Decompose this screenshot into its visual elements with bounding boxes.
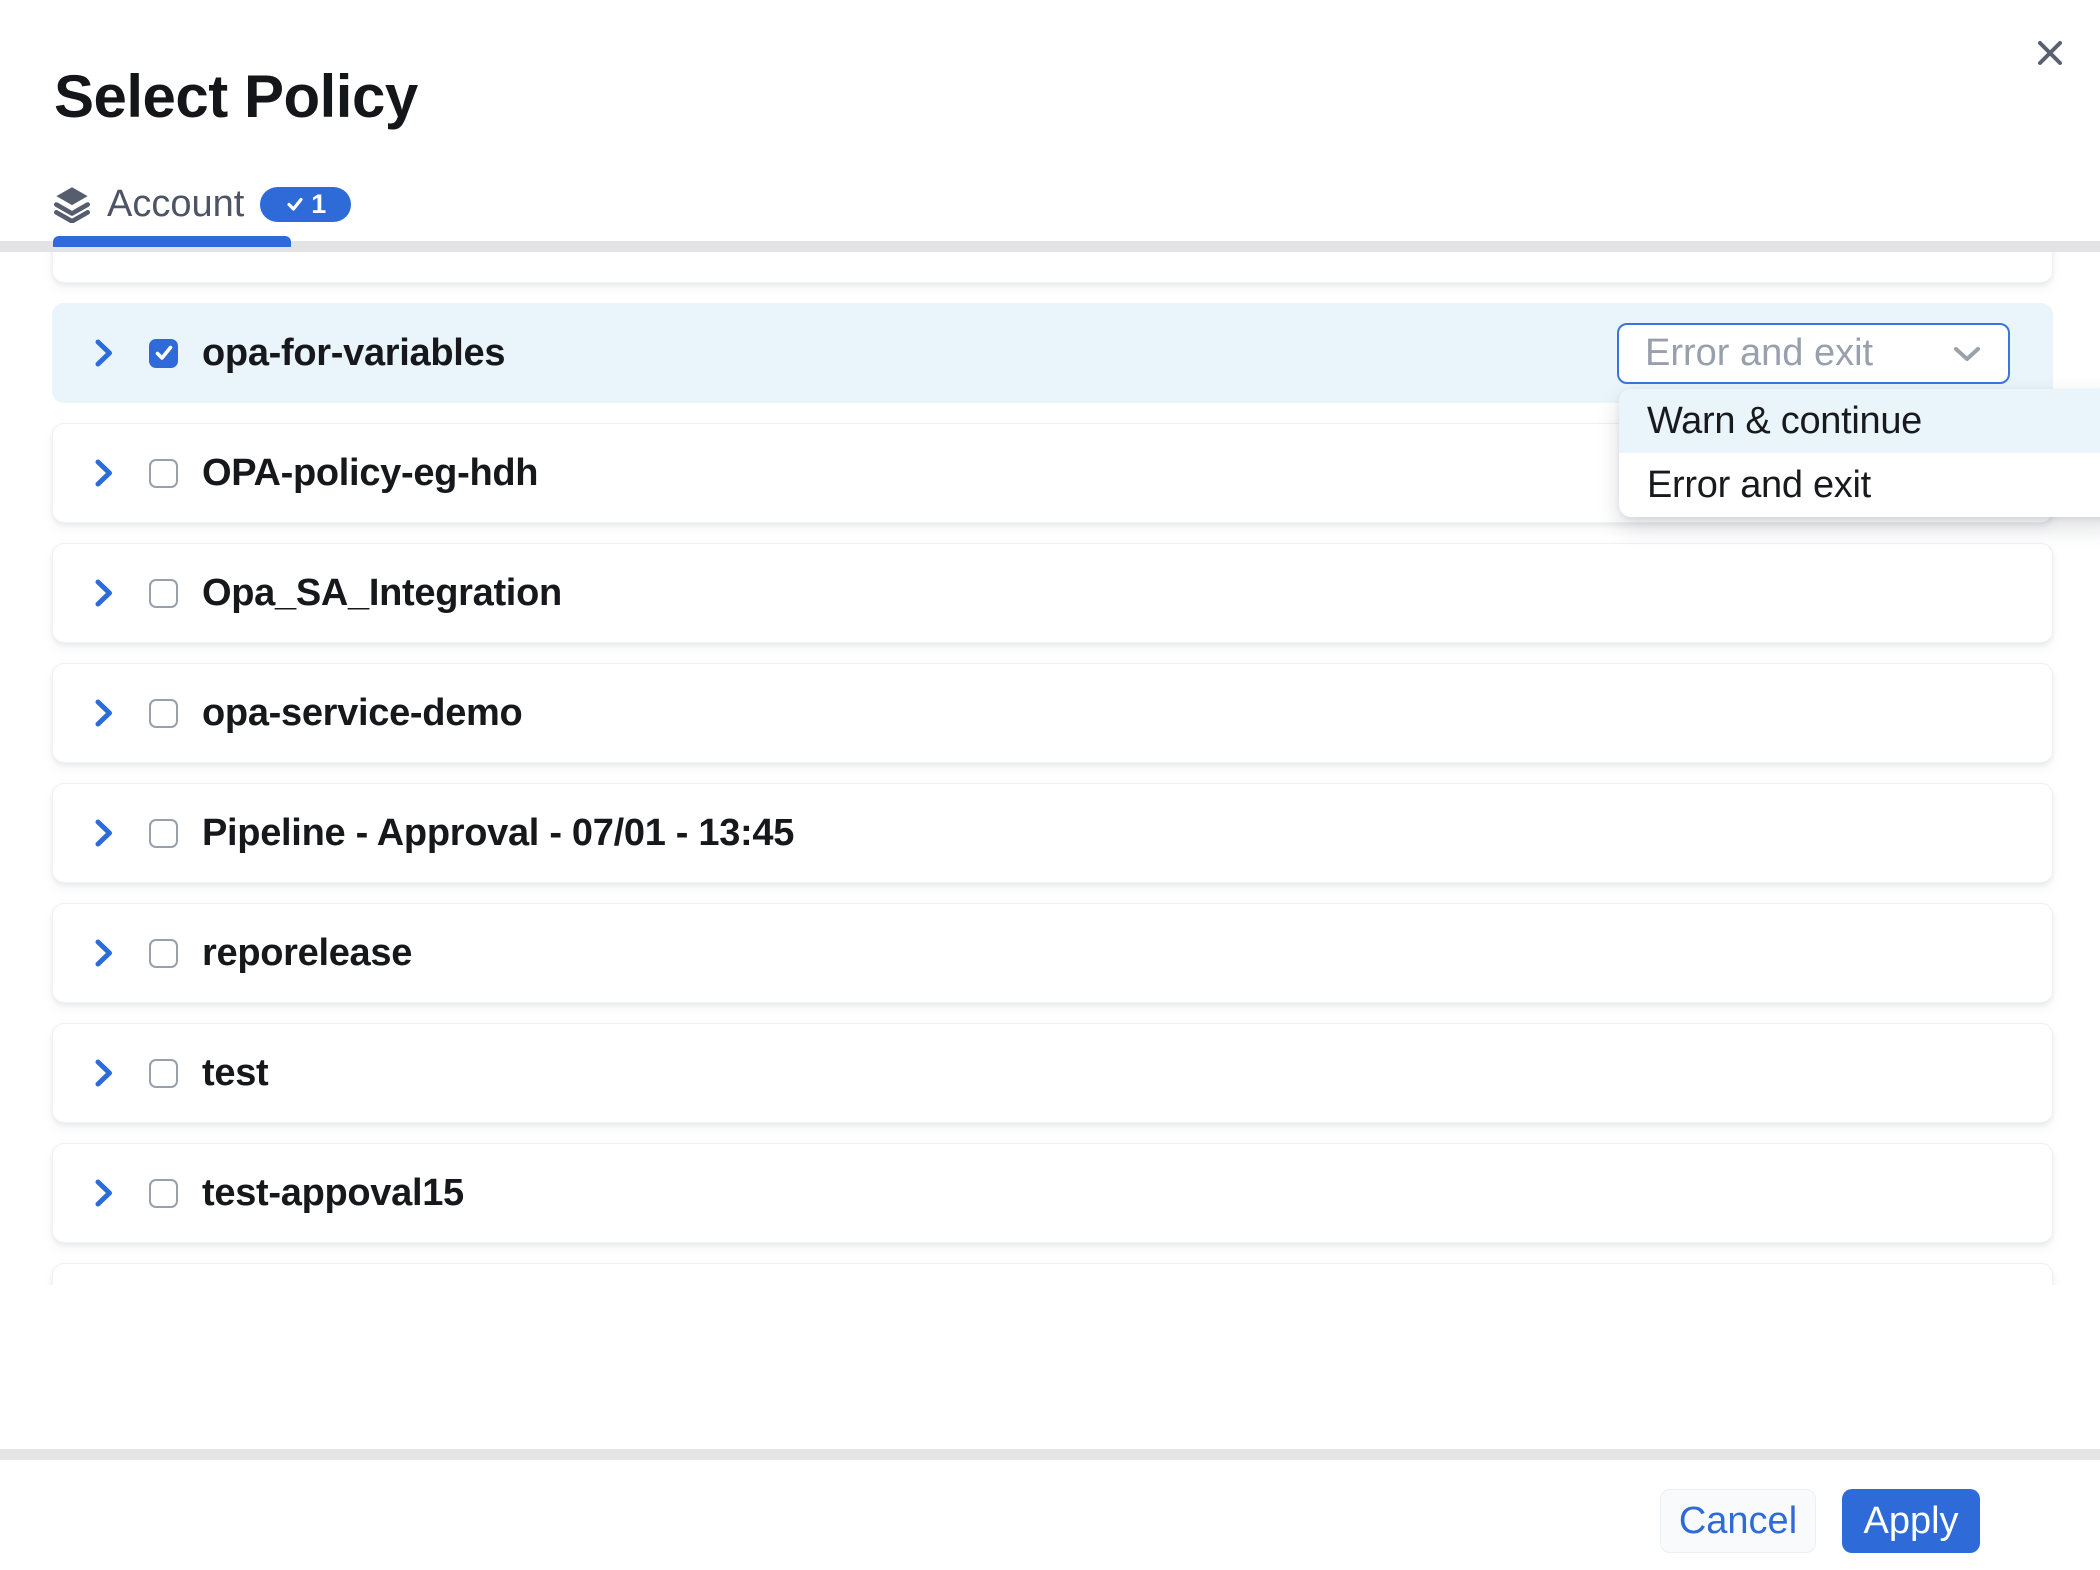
action-select-dropdown: Warn & continue Error and exit — [1619, 389, 2100, 517]
close-button[interactable] — [2028, 32, 2072, 76]
policy-row: Opa_SA_Integration — [52, 543, 2053, 643]
chevron-right-icon — [93, 1057, 115, 1089]
chevron-right-icon — [93, 457, 115, 489]
apply-button[interactable]: Apply — [1842, 1489, 1980, 1553]
policy-row: opa-for-variables Error and exit — [52, 303, 2053, 403]
chevron-right-icon — [93, 697, 115, 729]
footer-divider — [0, 1449, 2100, 1460]
policy-row: opa-service-demo — [52, 663, 2053, 763]
policy-name: reporelease — [202, 932, 412, 975]
check-icon — [153, 342, 175, 364]
policy-row: test-appoval15 — [52, 1143, 2053, 1243]
policy-row: test — [52, 1023, 2053, 1123]
policy-checkbox[interactable] — [149, 459, 178, 488]
policy-name: Pipeline - Approval - 07/01 - 13:45 — [202, 812, 794, 855]
policy-checkbox[interactable] — [149, 579, 178, 608]
expand-chevron-button[interactable] — [91, 1053, 117, 1093]
expand-chevron-button[interactable] — [91, 693, 117, 733]
expand-chevron-button[interactable] — [91, 1173, 117, 1213]
expand-chevron-button[interactable] — [91, 333, 117, 373]
page-title: Select Policy — [54, 62, 418, 131]
policy-name: test-appoval15 — [202, 1172, 464, 1215]
chevron-down-icon — [1952, 345, 1982, 363]
policy-name: OPA-policy-eg-hdh — [202, 452, 538, 495]
layers-icon — [53, 185, 91, 223]
chevron-right-icon — [93, 337, 115, 369]
dropdown-option-error-exit[interactable]: Error and exit — [1619, 453, 2100, 517]
tab-account-label: Account — [107, 183, 244, 226]
cancel-button[interactable]: Cancel — [1660, 1489, 1816, 1553]
action-select[interactable]: Error and exit — [1617, 323, 2010, 384]
policy-row-partial-top — [52, 252, 2053, 283]
policy-name: test — [202, 1052, 268, 1095]
dropdown-option-warn-continue[interactable]: Warn & continue — [1619, 389, 2100, 453]
expand-chevron-button[interactable] — [91, 933, 117, 973]
select-policy-dialog: Select Policy Account 1 — [0, 0, 2100, 1570]
close-icon — [2033, 36, 2067, 73]
policy-name: opa-for-variables — [202, 332, 505, 375]
selected-count-badge: 1 — [260, 187, 351, 222]
policy-checkbox[interactable] — [149, 939, 178, 968]
active-tab-underline — [53, 236, 291, 247]
tab-account[interactable]: Account 1 — [53, 178, 351, 230]
header-divider — [0, 241, 2100, 252]
policy-checkbox[interactable] — [149, 1179, 178, 1208]
policy-name: Opa_SA_Integration — [202, 572, 562, 615]
action-select-value: Error and exit — [1645, 332, 1952, 375]
policy-row-partial-bottom — [52, 1263, 2053, 1285]
chevron-right-icon — [93, 1177, 115, 1209]
policy-checkbox[interactable] — [149, 1059, 178, 1088]
policy-row: reporelease — [52, 903, 2053, 1003]
expand-chevron-button[interactable] — [91, 453, 117, 493]
policy-name: opa-service-demo — [202, 692, 522, 735]
policy-checkbox[interactable] — [149, 819, 178, 848]
badge-count: 1 — [311, 189, 326, 220]
check-icon — [285, 194, 305, 214]
policy-checkbox[interactable] — [149, 699, 178, 728]
chevron-right-icon — [93, 817, 115, 849]
chevron-right-icon — [93, 577, 115, 609]
policy-checkbox[interactable] — [149, 339, 178, 368]
chevron-right-icon — [93, 937, 115, 969]
expand-chevron-button[interactable] — [91, 813, 117, 853]
expand-chevron-button[interactable] — [91, 573, 117, 613]
policy-row: Pipeline - Approval - 07/01 - 13:45 — [52, 783, 2053, 883]
